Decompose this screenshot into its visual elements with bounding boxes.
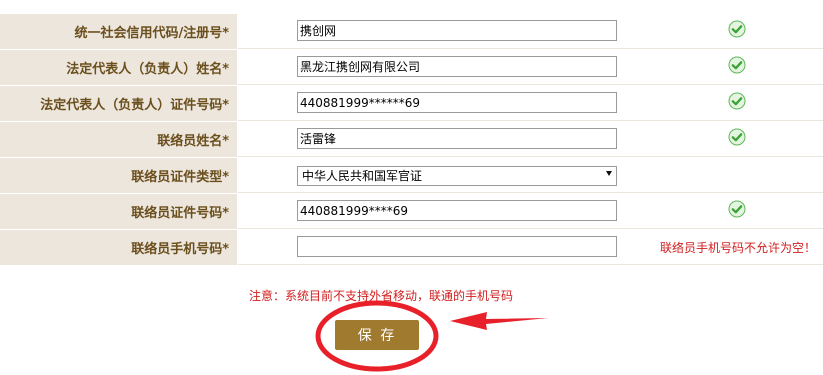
- form-row-liaison-phone: 联络员手机号码* 联络员手机号码不允许为空！: [0, 230, 823, 266]
- legal-rep-name-label: 法定代表人（负责人）姓名*: [0, 50, 238, 85]
- registration-form: 统一社会信用代码/注册号* 法定代表人（负责人）姓名* 法定代表人（负责人）证件…: [0, 14, 823, 266]
- credit-code-label: 统一社会信用代码/注册号*: [0, 14, 238, 49]
- form-row-liaison-id-type: 联络员证件类型* 中华人民共和国军官证: [0, 158, 823, 194]
- legal-rep-id-input[interactable]: [297, 92, 617, 113]
- legal-rep-name-cell: [238, 50, 823, 85]
- liaison-phone-input[interactable]: [297, 236, 617, 257]
- check-icon: [728, 200, 746, 218]
- liaison-name-label: 联络员姓名*: [0, 122, 238, 157]
- legal-rep-id-label: 法定代表人（负责人）证件号码*: [0, 86, 238, 121]
- form-row-legal-rep-name: 法定代表人（负责人）姓名*: [0, 50, 823, 86]
- liaison-name-input[interactable]: [297, 128, 617, 149]
- liaison-id-type-select[interactable]: 中华人民共和国军官证: [297, 166, 617, 186]
- check-icon: [728, 56, 746, 74]
- liaison-phone-cell: 联络员手机号码不允许为空！: [238, 230, 823, 265]
- legal-rep-id-cell: [238, 86, 823, 121]
- liaison-id-number-cell: [238, 194, 823, 229]
- dropdown-arrow-icon: [606, 171, 612, 176]
- check-icon: [728, 92, 746, 110]
- legal-rep-name-input[interactable]: [297, 56, 617, 77]
- form-row-liaison-name: 联络员姓名*: [0, 122, 823, 158]
- liaison-name-cell: [238, 122, 823, 157]
- pointer-arrow-icon: [450, 312, 548, 330]
- save-button[interactable]: 保 存: [335, 320, 419, 350]
- form-row-legal-rep-id: 法定代表人（负责人）证件号码*: [0, 86, 823, 122]
- liaison-id-type-cell: 中华人民共和国军官证: [238, 158, 823, 193]
- notice-text: 注意：系统目前不支持外省移动，联通的手机号码: [249, 289, 514, 303]
- form-row-credit-code: 统一社会信用代码/注册号*: [0, 14, 823, 50]
- liaison-id-type-selected: 中华人民共和国军官证: [302, 169, 423, 183]
- liaison-phone-label: 联络员手机号码*: [0, 230, 238, 265]
- liaison-id-type-label: 联络员证件类型*: [0, 158, 238, 193]
- form-row-liaison-id-number: 联络员证件号码*: [0, 194, 823, 230]
- check-icon: [728, 128, 746, 146]
- credit-code-cell: [238, 14, 823, 49]
- phone-error-message: 联络员手机号码不允许为空！: [660, 241, 817, 255]
- credit-code-input[interactable]: [297, 20, 617, 41]
- liaison-id-number-input[interactable]: [297, 200, 617, 221]
- liaison-id-number-label: 联络员证件号码*: [0, 194, 238, 229]
- check-icon: [728, 20, 746, 38]
